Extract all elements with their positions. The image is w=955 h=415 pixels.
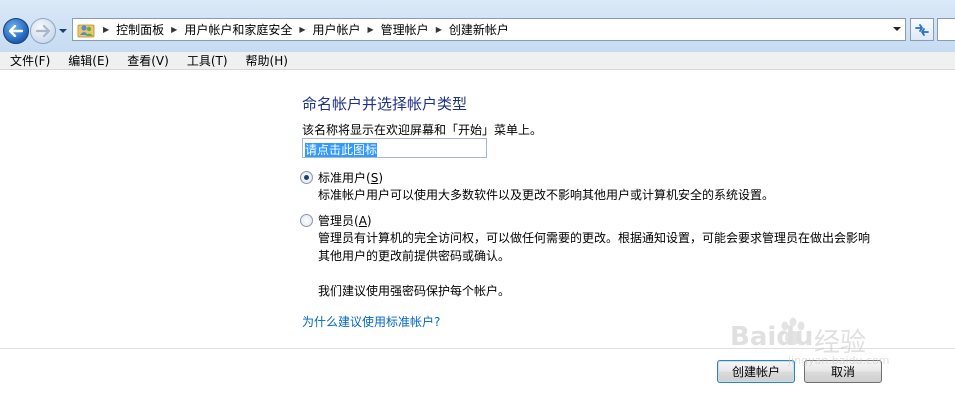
administrator-description-line1: 管理员有计算机的完全访问权，可以做任何需要的更改。根据通知设置，可能会要求管理员… (318, 231, 871, 245)
account-name-value: 请点击此图标 (305, 143, 378, 157)
standard-user-label[interactable]: 标准用户(S) (318, 169, 383, 186)
watermark-url: jingyan.baidu.com (788, 354, 890, 367)
breadcrumb-separator-icon[interactable]: ▶ (171, 25, 177, 34)
breadcrumb-user-accounts[interactable]: 用户帐户 (313, 21, 361, 38)
breadcrumb-separator-icon[interactable]: ▶ (103, 25, 109, 34)
menu-tools[interactable]: 工具(T) (177, 52, 236, 69)
breadcrumb-separator-icon[interactable]: ▶ (436, 25, 442, 34)
name-description: 该名称将显示在欢迎屏幕和「开始」菜单上。 (302, 123, 543, 137)
radio-selected-dot (304, 175, 309, 180)
back-arrow-icon (9, 25, 23, 37)
menu-edit[interactable]: 编辑(E) (58, 52, 117, 69)
address-dropdown-icon[interactable] (892, 25, 902, 33)
search-field[interactable] (937, 18, 955, 41)
baidu-watermark: Baidu 经验 jingyan.baidu.com (728, 310, 928, 370)
breadcrumb-manage-accounts[interactable]: 管理帐户 (381, 21, 429, 38)
forward-button[interactable] (30, 18, 56, 44)
account-name-input[interactable]: 请点击此图标 (302, 138, 487, 158)
page-title: 命名帐户并选择帐户类型 (302, 95, 468, 113)
menu-bar: 文件(F) 编辑(E) 查看(V) 工具(T) 帮助(H) (0, 52, 955, 70)
administrator-label[interactable]: 管理员(A) (318, 212, 372, 229)
password-tip: 我们建议使用强密码保护每个帐户。 (318, 284, 511, 298)
recent-pages-dropdown-icon[interactable] (58, 27, 68, 35)
breadcrumb-separator-icon[interactable]: ▶ (368, 25, 374, 34)
menu-view[interactable]: 查看(V) (117, 52, 177, 69)
refresh-button[interactable] (910, 18, 934, 41)
breadcrumb-create-account[interactable]: 创建新帐户 (449, 21, 509, 38)
back-button[interactable] (3, 18, 29, 44)
standard-user-option[interactable]: 标准用户(S) (300, 169, 383, 186)
why-standard-account-link[interactable]: 为什么建议使用标准帐户? (302, 313, 440, 330)
menu-file[interactable]: 文件(F) (0, 52, 58, 69)
administrator-description-line2: 其他用户的更改前提供密码或确认。 (318, 249, 511, 263)
address-bar-region: ▶ 控制面板 ▶ 用户帐户和家庭安全 ▶ 用户帐户 ▶ 管理帐户 ▶ 创建新帐户 (0, 0, 955, 52)
breadcrumb-control-panel[interactable]: 控制面板 (116, 21, 164, 38)
watermark-brand: Baidu (730, 322, 814, 352)
breadcrumb-separator-icon[interactable]: ▶ (299, 25, 305, 34)
breadcrumb-user-accounts-family-safety[interactable]: 用户帐户和家庭安全 (184, 21, 292, 38)
standard-user-description: 标准帐户用户可以使用大多数软件以及更改不影响其他用户或计算机安全的系统设置。 (318, 188, 775, 202)
administrator-option[interactable]: 管理员(A) (300, 212, 372, 229)
refresh-icon (915, 23, 929, 36)
address-field[interactable]: ▶ 控制面板 ▶ 用户帐户和家庭安全 ▶ 用户帐户 ▶ 管理帐户 ▶ 创建新帐户 (72, 18, 906, 41)
standard-user-radio[interactable] (300, 171, 313, 184)
forward-arrow-icon (36, 25, 50, 37)
administrator-radio[interactable] (300, 214, 313, 227)
menu-help[interactable]: 帮助(H) (236, 52, 296, 69)
users-folder-icon (77, 24, 95, 37)
